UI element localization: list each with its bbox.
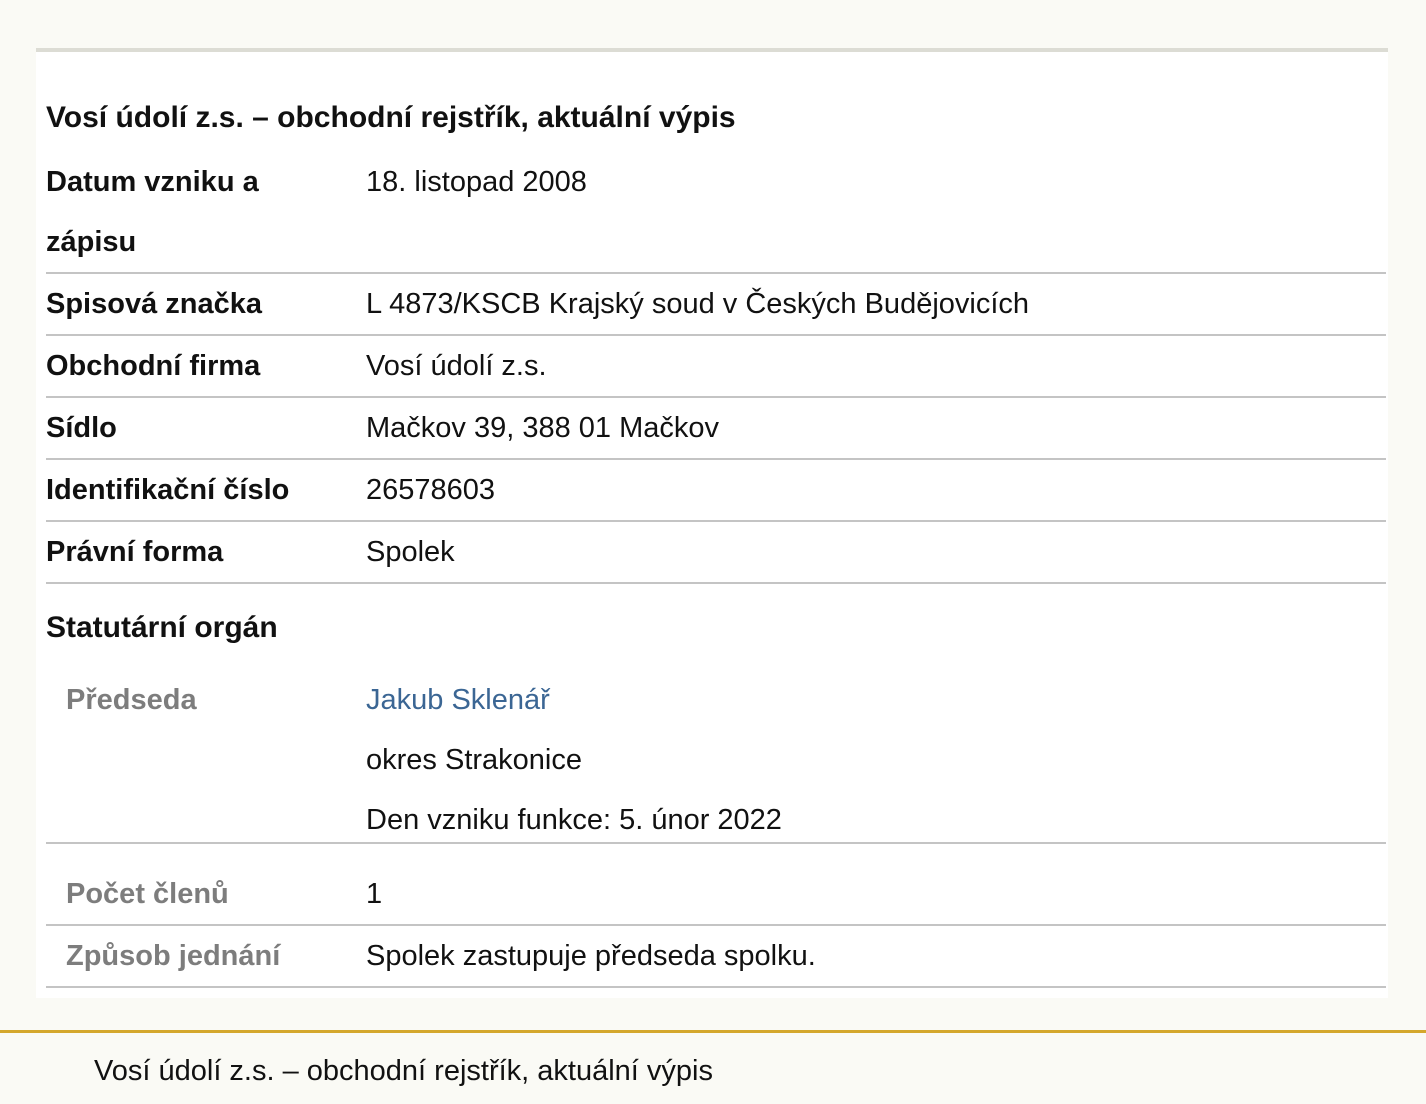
row-label: Spisová značka [46, 288, 262, 320]
row-value: Mačkov 39, 388 01 Mačkov [366, 412, 720, 444]
page-title: Vosí údolí z.s. – obchodní rejstřík, akt… [46, 101, 736, 134]
row-predseda: Předseda Jakub Sklenář okres Strakonice … [46, 658, 1386, 844]
row-value: Spolek [366, 536, 455, 568]
function-since: Den vzniku funkce: 5. únor 2022 [366, 804, 782, 836]
footer-divider [0, 1030, 1426, 1033]
row-value: Vosí údolí z.s. [366, 350, 547, 382]
person-district: okres Strakonice [366, 744, 582, 776]
row-value: 26578603 [366, 474, 496, 506]
section-title-statutarni-organ: Statutární orgán [46, 611, 278, 644]
row-value: 1 [366, 878, 383, 910]
footer-caption: Vosí údolí z.s. – obchodní rejstřík, akt… [94, 1055, 713, 1087]
row-label: Počet členů [66, 878, 229, 910]
row-value: Spolek zastupuje předseda spolku. [366, 940, 816, 972]
row-value: Jakub Sklenář okres Strakonice Den vznik… [366, 670, 1386, 842]
register-table: Datum vzniku a zápisu 18. listopad 2008 … [46, 152, 1386, 988]
row-sidlo: Sídlo Mačkov 39, 388 01 Mačkov [46, 398, 1386, 460]
row-datum-vzniku: Datum vzniku a zápisu 18. listopad 2008 [46, 152, 1386, 274]
row-identifikacni-cislo: Identifikační číslo 26578603 [46, 460, 1386, 522]
row-obchodni-firma: Obchodní firma Vosí údolí z.s. [46, 336, 1386, 398]
row-label: Datum vzniku a zápisu [46, 166, 259, 258]
person-link-predseda[interactable]: Jakub Sklenář [366, 684, 550, 716]
register-extract-panel: Vosí údolí z.s. – obchodní rejstřík, akt… [36, 52, 1388, 998]
row-label: Předseda [66, 684, 197, 716]
row-value: 18. listopad 2008 [366, 166, 587, 198]
row-spisova-znacka: Spisová značka L 4873/KSCB Krajský soud … [46, 274, 1386, 336]
row-value: L 4873/KSCB Krajský soud v Českých Buděj… [366, 288, 1030, 320]
row-pocet-clenu: Počet členů 1 [46, 844, 1386, 926]
row-pravni-forma: Právní forma Spolek [46, 522, 1386, 584]
row-label: Identifikační číslo [46, 474, 290, 506]
row-label: Způsob jednání [66, 940, 281, 972]
row-label: Obchodní firma [46, 350, 261, 382]
row-label: Sídlo [46, 412, 117, 444]
row-label: Právní forma [46, 536, 224, 568]
row-zpusob-jednani: Způsob jednání Spolek zastupuje předseda… [46, 926, 1386, 988]
